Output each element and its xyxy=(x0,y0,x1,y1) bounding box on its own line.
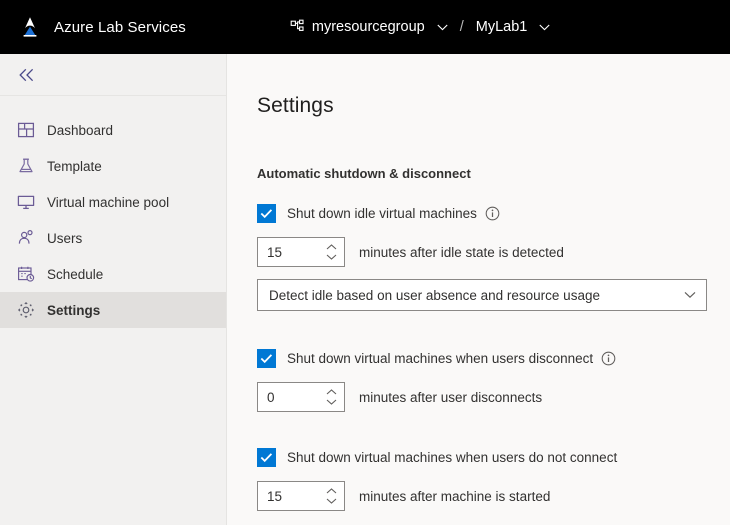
gear-icon xyxy=(18,302,34,318)
sidebar-item-schedule[interactable]: Schedule xyxy=(0,256,226,292)
info-circle-icon[interactable] xyxy=(485,206,500,221)
user-icon xyxy=(18,229,33,244)
field-row: minutes after machine is started xyxy=(257,481,730,511)
checkbox-row: Shut down virtual machines when users di… xyxy=(257,347,730,369)
chevron-up-icon[interactable] xyxy=(326,244,337,250)
checkbox-shut-down-idle-vms[interactable] xyxy=(257,203,276,223)
field-suffix-label: minutes after machine is started xyxy=(359,488,551,504)
sidebar-item-label: Users xyxy=(47,230,83,246)
breadcrumb-resource-group-label: myresourcegroup xyxy=(311,19,425,35)
sidebar-item-label: Dashboard xyxy=(47,122,114,138)
breadcrumb-separator: / xyxy=(459,19,464,35)
sidebar-item-settings[interactable]: Settings xyxy=(0,292,226,328)
sidebar-item-label: Schedule xyxy=(47,266,104,282)
resource-group-icon xyxy=(290,19,304,31)
idle-minutes-input[interactable] xyxy=(258,238,322,266)
setting-group-disconnect-shutdown: Shut down virtual machines when users di… xyxy=(257,347,730,412)
checkbox-row: Shut down idle virtual machines xyxy=(257,202,730,224)
brand-title: Azure Lab Services xyxy=(54,18,186,36)
stepper-arrows xyxy=(322,482,344,510)
dashboard-grid-icon xyxy=(17,122,35,138)
top-bar: Azure Lab Services myresourcegroup / MyL… xyxy=(0,0,730,54)
chevron-up-icon[interactable] xyxy=(326,488,337,494)
sidebar-item-label: Virtual machine pool xyxy=(47,194,170,210)
field-suffix-label: minutes after user disconnects xyxy=(359,389,543,405)
sidebar-collapse-button[interactable] xyxy=(10,60,44,90)
sidebar-item-dashboard[interactable]: Dashboard xyxy=(0,112,226,148)
info-circle-icon[interactable] xyxy=(601,351,616,366)
sidebar-item-users[interactable]: Users xyxy=(0,220,226,256)
sidebar-item-label: Template xyxy=(47,158,102,174)
field-row: minutes after idle state is detected xyxy=(257,237,730,267)
breadcrumb: myresourcegroup / MyLab1 xyxy=(290,0,550,54)
calendar-clock-icon xyxy=(18,266,35,282)
chevron-up-icon[interactable] xyxy=(326,389,337,395)
checkmark-icon xyxy=(260,208,273,218)
sidebar-item-template[interactable]: Template xyxy=(0,148,226,184)
sidebar-item-label: Settings xyxy=(47,302,101,318)
flask-icon xyxy=(19,158,33,173)
checkbox-label: Shut down virtual machines when users di… xyxy=(287,350,594,366)
breadcrumb-lab[interactable]: MyLab1 xyxy=(476,19,551,35)
idle-detection-mode-dropdown[interactable]: Detect idle based on user absence and re… xyxy=(257,279,707,311)
breadcrumb-lab-label: MyLab1 xyxy=(475,19,528,35)
checkbox-label: Shut down virtual machines when users do… xyxy=(287,449,618,465)
brand-home-link[interactable]: Azure Lab Services xyxy=(17,0,186,54)
checkmark-icon xyxy=(260,353,273,363)
idle-minutes-stepper[interactable] xyxy=(257,237,345,267)
stepper-arrows xyxy=(322,383,344,411)
chevron-down-icon xyxy=(539,24,550,30)
no-connect-minutes-input[interactable] xyxy=(258,482,322,510)
field-suffix-label: minutes after idle state is detected xyxy=(359,244,564,260)
chevron-down-icon xyxy=(437,24,448,30)
chevron-down-icon xyxy=(684,291,696,298)
chevron-down-icon[interactable] xyxy=(326,399,337,405)
stepper-arrows xyxy=(322,238,344,266)
checkmark-icon xyxy=(260,452,273,462)
setting-group-no-connect-shutdown: Shut down virtual machines when users do… xyxy=(257,446,730,511)
dropdown-selected-value: Detect idle based on user absence and re… xyxy=(269,287,600,303)
checkbox-row: Shut down virtual machines when users do… xyxy=(257,446,730,468)
setting-group-idle-shutdown: Shut down idle virtual machines 15 minut… xyxy=(257,202,730,311)
sidebar: Dashboard Template Virtual machine pool … xyxy=(0,54,227,525)
field-row: minutes after user disconnects xyxy=(257,382,730,412)
disconnect-minutes-stepper[interactable] xyxy=(257,382,345,412)
main-content: Settings Automatic shutdown & disconnect… xyxy=(228,54,730,525)
sidebar-nav: Dashboard Template Virtual machine pool … xyxy=(0,96,226,328)
checkbox-label: Shut down idle virtual machines xyxy=(287,205,477,221)
checkbox-shut-down-on-disconnect[interactable] xyxy=(257,348,276,368)
section-heading: Automatic shutdown & disconnect xyxy=(257,166,471,181)
chevron-down-icon[interactable] xyxy=(326,498,337,504)
sidebar-collapse-bar xyxy=(0,54,226,96)
breadcrumb-resource-group[interactable]: myresourcegroup xyxy=(290,19,448,35)
no-connect-minutes-stepper[interactable] xyxy=(257,481,345,511)
azure-logo-icon xyxy=(23,17,37,37)
chevron-double-left-icon xyxy=(19,68,34,81)
chevron-down-icon[interactable] xyxy=(326,254,337,260)
checkbox-shut-down-when-no-connect[interactable] xyxy=(257,447,276,467)
disconnect-minutes-input[interactable] xyxy=(258,383,322,411)
page-title: Settings xyxy=(257,94,334,117)
monitor-icon xyxy=(17,195,35,210)
sidebar-item-virtual-machine-pool[interactable]: Virtual machine pool xyxy=(0,184,226,220)
